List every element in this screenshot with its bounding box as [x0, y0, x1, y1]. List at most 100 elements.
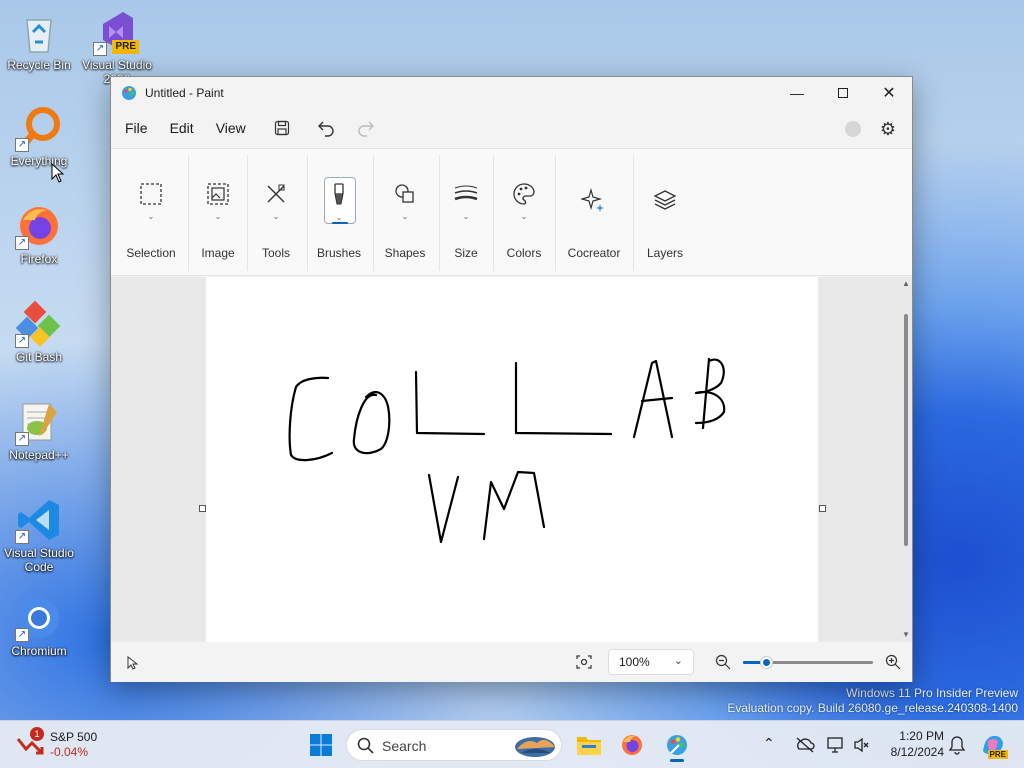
taskbar-paint[interactable] — [661, 729, 693, 762]
drawing-canvas[interactable] — [206, 277, 818, 642]
chevron-down-icon: ⌄ — [335, 213, 343, 222]
ribbon-group-tools[interactable]: ⌄ Tools — [251, 149, 301, 277]
cocreator-icon — [581, 187, 604, 212]
firefox-icon — [622, 735, 642, 755]
menu-file[interactable]: File — [117, 114, 156, 142]
shortcut-arrow-icon: ↗ — [15, 432, 29, 446]
shortcut-arrow-icon: ↗ — [15, 628, 29, 642]
fit-to-window-button[interactable] — [573, 652, 595, 672]
zoom-value: 100% — [619, 655, 650, 669]
menu-bar: File Edit View ⚙ — [111, 108, 912, 148]
resize-handle-left[interactable] — [199, 505, 206, 512]
volume-muted-icon[interactable] — [853, 736, 871, 754]
ribbon-group-image[interactable]: ⌄ Image — [191, 149, 245, 277]
file-explorer-icon — [577, 737, 601, 755]
zoom-in-icon — [885, 654, 901, 670]
paint-app-icon — [667, 735, 687, 755]
everything-icon: ↗ — [15, 104, 63, 152]
size-icon — [454, 185, 478, 201]
ribbon-group-shapes[interactable]: ⌄ Shapes — [377, 149, 433, 277]
visual-studio-icon: PRE ↗ — [93, 8, 141, 56]
desktop-icon-recycle-bin[interactable]: Recycle Bin — [1, 8, 77, 72]
redo-icon — [358, 121, 374, 137]
desktop-icon-label: Everything — [10, 154, 68, 168]
desktop-icon-visual-studio[interactable]: PRE ↗ Visual Studio 2022 — [79, 8, 155, 86]
save-button[interactable] — [266, 112, 298, 144]
chevron-down-icon: ⌄ — [673, 655, 683, 667]
show-hidden-icons-button[interactable]: ⌃ — [763, 735, 775, 752]
watermark-line1: Windows 11 Pro Insider Preview — [846, 686, 1018, 700]
widget-change: -0.04% — [50, 745, 89, 759]
notification-badge: 1 — [30, 727, 44, 741]
zoom-dropdown[interactable]: 100% ⌄ — [608, 649, 694, 675]
ribbon-label-tools: Tools — [261, 246, 290, 260]
scrollbar-thumb[interactable] — [904, 314, 908, 546]
stroke-letter-l1 — [414, 370, 486, 436]
ribbon-group-layers[interactable]: Layers — [639, 149, 691, 277]
taskbar: 1 S&P 500 -0.04% Search ⌃ 1:20 PM 8/12/2… — [0, 720, 1024, 768]
taskbar-firefox[interactable] — [616, 729, 648, 761]
pre-badge: PRE — [987, 750, 1008, 759]
pre-badge: PRE — [112, 40, 139, 54]
taskbar-file-explorer[interactable] — [573, 729, 605, 761]
layers-icon — [653, 190, 677, 210]
desktop-icon-chromium[interactable]: ↗ Chromium — [1, 594, 77, 658]
redo-button[interactable] — [350, 112, 382, 144]
account-button[interactable] — [842, 118, 864, 140]
status-bar: 100% ⌄ — [111, 642, 912, 682]
ribbon-label-cocreator: Cocreator — [567, 246, 621, 260]
zoom-slider-thumb[interactable] — [760, 656, 773, 669]
minimize-button[interactable]: — — [774, 77, 820, 108]
stroke-letter-v — [427, 473, 460, 544]
desktop-icon-label: Visual Studio Code — [4, 546, 74, 574]
freehand-drawing — [288, 357, 726, 544]
ribbon-group-size[interactable]: ⌄ Size — [443, 149, 489, 277]
shortcut-arrow-icon: ↗ — [93, 42, 107, 56]
resize-handle-right[interactable] — [819, 505, 826, 512]
close-icon: ✕ — [882, 84, 896, 102]
windows-start-icon — [310, 734, 332, 756]
canvas-workspace[interactable]: ▲ ▼ — [111, 277, 912, 642]
close-button[interactable]: ✕ — [866, 77, 912, 108]
zoom-in-button[interactable] — [882, 652, 904, 672]
desktop-icon-vscode[interactable]: ↗ Visual Studio Code — [1, 496, 77, 574]
ribbon-group-selection[interactable]: ⌄ Selection — [119, 149, 183, 277]
ribbon-group-cocreator[interactable]: Cocreator — [561, 149, 627, 277]
desktop-icon-firefox[interactable]: ↗ Firefox — [1, 202, 77, 266]
pointer-position-icon — [127, 656, 139, 670]
active-app-indicator — [670, 759, 684, 762]
clock[interactable]: 1:20 PM 8/12/2024 — [880, 728, 944, 760]
ribbon-label-shapes: Shapes — [384, 246, 426, 260]
start-button[interactable] — [305, 729, 337, 761]
copilot-button[interactable]: PRE — [980, 733, 1008, 759]
account-icon — [845, 121, 861, 137]
desktop-icon-label: Firefox — [20, 252, 58, 266]
zoom-out-button[interactable] — [712, 652, 734, 672]
minimize-icon: — — [790, 84, 804, 101]
vertical-scrollbar[interactable]: ▲ ▼ — [900, 277, 912, 642]
recycle-bin-icon — [15, 8, 63, 56]
taskbar-search-box[interactable]: Search — [346, 729, 562, 761]
desktop-icon-notepad-plus-plus[interactable]: ↗ Notepad++ — [1, 398, 77, 462]
brush-icon — [334, 183, 344, 205]
menu-view[interactable]: View — [208, 114, 254, 142]
desktop-icon-git-bash[interactable]: ↗ Git Bash — [1, 300, 77, 364]
zoom-slider[interactable] — [743, 656, 873, 669]
ribbon-group-colors[interactable]: ⌄ Colors — [497, 149, 551, 277]
notification-bell-icon[interactable] — [948, 735, 966, 755]
network-off-icon[interactable] — [795, 737, 815, 753]
menu-edit[interactable]: Edit — [162, 114, 202, 142]
tools-icon — [267, 184, 285, 203]
ribbon-group-brushes[interactable]: ⌄ Brushes — [311, 149, 367, 277]
scroll-down-icon[interactable]: ▼ — [902, 630, 910, 639]
stroke-letter-l2 — [514, 361, 613, 436]
settings-button[interactable]: ⚙ — [874, 115, 902, 143]
display-icon[interactable] — [827, 736, 845, 754]
desktop-icon-label: Notepad++ — [9, 448, 69, 462]
desktop-icon-everything[interactable]: ↗ Everything — [1, 104, 77, 168]
undo-button[interactable] — [310, 112, 342, 144]
ribbon-label-layers: Layers — [646, 246, 684, 260]
maximize-button[interactable] — [820, 77, 866, 108]
scroll-up-icon[interactable]: ▲ — [902, 279, 910, 288]
stocks-widget[interactable]: 1 S&P 500 -0.04% — [16, 727, 116, 763]
